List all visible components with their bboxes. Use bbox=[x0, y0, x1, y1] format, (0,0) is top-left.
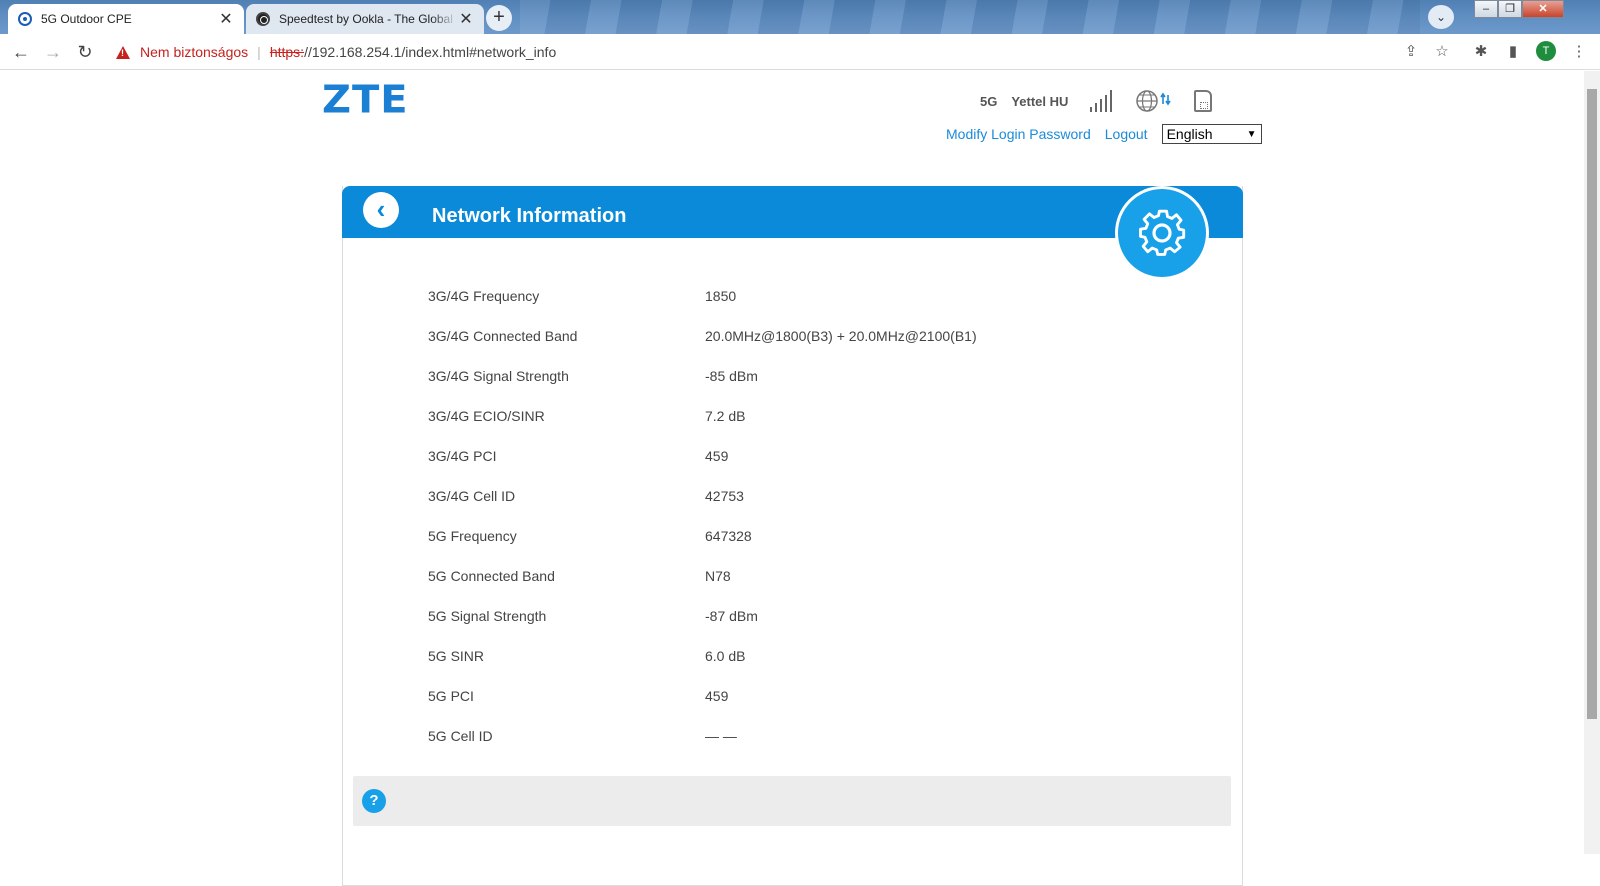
internet-connection-icon bbox=[1136, 89, 1172, 113]
ookla-favicon-icon bbox=[256, 12, 270, 26]
info-value: 647328 bbox=[705, 528, 752, 544]
status-bar: 5G Yettel HU bbox=[980, 89, 1213, 113]
browser-toolbar: ← → ↻ Nem biztonságos | https: //192.168… bbox=[0, 34, 1600, 70]
tab-title: Speedtest by Ookla - The Global Broadban… bbox=[279, 12, 458, 26]
info-row: 5G Connected Band N78 bbox=[428, 556, 1188, 596]
forward-arrow-icon[interactable]: → bbox=[42, 41, 64, 63]
info-label: 5G Frequency bbox=[428, 528, 517, 544]
info-value: 6.0 dB bbox=[705, 648, 746, 664]
scrollbar-thumb[interactable] bbox=[1587, 89, 1597, 719]
security-label[interactable]: Nem biztonságos bbox=[140, 44, 248, 60]
profile-avatar[interactable]: T bbox=[1536, 41, 1556, 61]
info-row: 3G/4G Frequency 1850 bbox=[428, 276, 1188, 316]
info-value: 42753 bbox=[705, 488, 744, 504]
window-close-icon[interactable]: ✕ bbox=[1522, 0, 1564, 18]
info-label: 5G Connected Band bbox=[428, 568, 555, 584]
divider: | bbox=[257, 44, 261, 60]
new-tab-button[interactable]: + bbox=[486, 5, 512, 31]
address-bar[interactable]: Nem biztonságos | https: //192.168.254.1… bbox=[108, 39, 1576, 65]
info-value: — — bbox=[705, 728, 737, 744]
url-text: //192.168.254.1/index.html#network_info bbox=[304, 44, 557, 60]
side-panel-icon[interactable]: ▮ bbox=[1502, 41, 1524, 63]
info-value: -85 dBm bbox=[705, 368, 758, 384]
info-label: 3G/4G Connected Band bbox=[428, 328, 578, 344]
info-value: N78 bbox=[705, 568, 731, 584]
info-row: 3G/4G Cell ID 42753 bbox=[428, 476, 1188, 516]
chevron-down-icon: ▼ bbox=[1246, 128, 1257, 140]
info-label: 3G/4G Signal Strength bbox=[428, 368, 569, 384]
modify-login-password-link[interactable]: Modify Login Password bbox=[946, 126, 1091, 142]
share-icon[interactable]: ⇪ bbox=[1400, 41, 1422, 63]
operator-name: Yettel HU bbox=[1011, 93, 1069, 109]
tab-title: 5G Outdoor CPE bbox=[41, 12, 132, 26]
settings-badge bbox=[1115, 186, 1209, 280]
header-links: Modify Login Password Logout English ▼ bbox=[946, 124, 1262, 144]
window-background bbox=[520, 0, 1420, 34]
tab-strip: 5G Outdoor CPE ✕ Speedtest by Ookla - Th… bbox=[0, 0, 1600, 34]
info-value: 7.2 dB bbox=[705, 408, 746, 424]
info-label: 5G Signal Strength bbox=[428, 608, 547, 624]
sim-card-icon bbox=[1194, 90, 1213, 112]
info-value: 1850 bbox=[705, 288, 737, 304]
info-label: 5G SINR bbox=[428, 648, 485, 664]
gear-icon bbox=[1139, 209, 1186, 256]
info-label: 5G Cell ID bbox=[428, 728, 493, 744]
minimize-icon[interactable]: – bbox=[1474, 0, 1498, 18]
zte-logo: ZTE bbox=[322, 78, 409, 122]
info-value: 459 bbox=[705, 688, 729, 704]
info-value: 20.0MHz@1800(B3) + 20.0MHz@2100(B1) bbox=[705, 328, 977, 344]
language-select[interactable]: English ▼ bbox=[1161, 124, 1262, 144]
reload-icon[interactable]: ↻ bbox=[74, 41, 96, 63]
close-tab-icon[interactable]: ✕ bbox=[458, 9, 474, 29]
info-label: 3G/4G PCI bbox=[428, 448, 497, 464]
help-icon[interactable]: ? bbox=[362, 789, 386, 813]
info-row: 5G SINR 6.0 dB bbox=[428, 636, 1188, 676]
info-label: 3G/4G Frequency bbox=[428, 288, 540, 304]
info-row: 5G Signal Strength -87 dBm bbox=[428, 596, 1188, 636]
close-tab-icon[interactable]: ✕ bbox=[218, 9, 234, 29]
info-label: 3G/4G Cell ID bbox=[428, 488, 516, 504]
back-arrow-icon[interactable]: ← bbox=[10, 41, 32, 63]
tab-5g-outdoor-cpe[interactable]: 5G Outdoor CPE ✕ bbox=[8, 4, 244, 34]
back-button[interactable]: ‹ bbox=[363, 192, 399, 228]
info-label: 5G PCI bbox=[428, 688, 474, 704]
restore-icon[interactable]: ❐ bbox=[1498, 0, 1522, 18]
network-info-list: 3G/4G Frequency 1850 3G/4G Connected Band 2… bbox=[428, 276, 1188, 756]
zte-favicon-icon bbox=[18, 12, 32, 26]
network-type: 5G bbox=[980, 93, 998, 109]
info-value: 459 bbox=[705, 448, 729, 464]
warning-icon bbox=[116, 45, 130, 59]
page-scrollbar[interactable] bbox=[1584, 71, 1600, 854]
extensions-icon[interactable]: ✱ bbox=[1470, 41, 1492, 63]
help-bar bbox=[353, 776, 1231, 826]
info-row: 5G PCI 459 bbox=[428, 676, 1188, 716]
tab-speedtest[interactable]: Speedtest by Ookla - The Global Broadban… bbox=[246, 4, 484, 34]
info-value: -87 dBm bbox=[705, 608, 758, 624]
info-row: 3G/4G ECIO/SINR 7.2 dB bbox=[428, 396, 1188, 436]
language-selected: English bbox=[1166, 126, 1213, 142]
logout-link[interactable]: Logout bbox=[1105, 126, 1148, 142]
signal-strength-icon bbox=[1090, 90, 1114, 112]
info-row: 3G/4G PCI 459 bbox=[428, 436, 1188, 476]
info-row: 3G/4G Connected Band 20.0MHz@1800(B3) + 2… bbox=[428, 316, 1188, 356]
page-title: Network Information bbox=[432, 205, 627, 227]
info-row: 3G/4G Signal Strength -85 dBm bbox=[428, 356, 1188, 396]
tab-search-icon[interactable]: ⌄ bbox=[1428, 5, 1454, 29]
url-scheme: https: bbox=[269, 44, 305, 60]
info-row: 5G Frequency 647328 bbox=[428, 516, 1188, 556]
bookmark-star-icon[interactable]: ☆ bbox=[1431, 41, 1453, 63]
info-label: 3G/4G ECIO/SINR bbox=[428, 408, 545, 424]
info-row: 5G Cell ID — — bbox=[428, 716, 1188, 756]
window-controls: – ❐ ✕ bbox=[1474, 0, 1564, 20]
menu-kebab-icon[interactable]: ⋮ bbox=[1568, 41, 1590, 63]
